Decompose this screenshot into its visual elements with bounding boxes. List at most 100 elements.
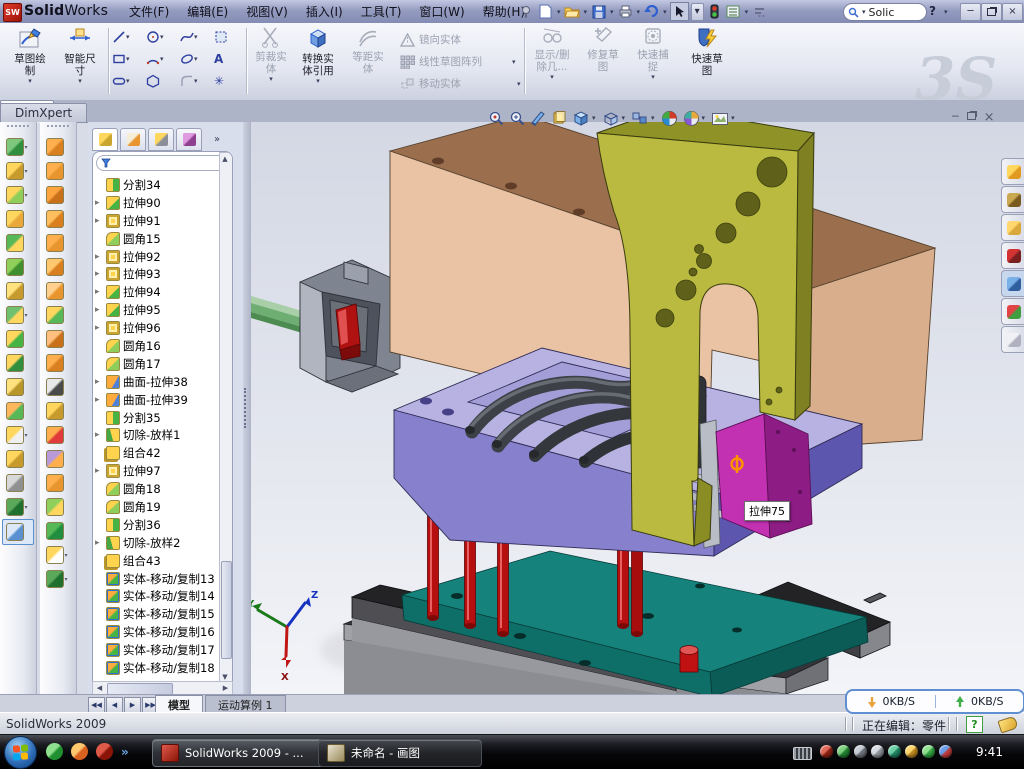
sync-status-icon[interactable] (888, 745, 901, 758)
dropdown-arrow-icon[interactable]: ▾ (65, 576, 71, 583)
polygon-icon[interactable] (146, 74, 160, 88)
part-clamp-insert[interactable] (300, 260, 400, 392)
section-view-icon[interactable] (530, 110, 546, 126)
tree-item[interactable]: ▸ 拉伸91 (95, 212, 219, 230)
model-tab[interactable]: 模型 (155, 695, 203, 713)
slot-icon[interactable]: ▾ (112, 74, 130, 88)
input-method-icon[interactable] (793, 747, 812, 763)
doc-close-button[interactable]: × (984, 110, 995, 125)
zoom-to-area-icon[interactable] (509, 110, 525, 126)
select-dropdown[interactable]: ▾ (691, 3, 704, 21)
model-tab[interactable]: 运动算例 1 (205, 695, 286, 713)
dropdown-arrow-icon[interactable]: ▾ (25, 504, 31, 511)
convert-entities-button[interactable]: 转换实 体引用 ▾ (294, 26, 342, 97)
tree-item[interactable]: ▸ 组合43 (95, 552, 219, 570)
display-delete-relations-button[interactable]: 显示/删 除几... ▾ (528, 26, 576, 97)
move-entities-button[interactable]: 移动实体 ▾ (400, 76, 521, 91)
scroll-thumb[interactable] (107, 683, 173, 695)
tree-item[interactable]: ▸ 圆角15 (95, 230, 219, 248)
quick-tips-button[interactable]: ? (966, 716, 983, 733)
dropdown-arrow-icon[interactable]: ▾ (25, 312, 31, 319)
graphics-viewport[interactable]: Y Z X (251, 122, 1024, 694)
expand-arrow-icon[interactable]: ▸ (95, 538, 103, 548)
expand-arrow-icon[interactable]: ▸ (95, 430, 103, 440)
dropdown-arrow-icon[interactable]: ▾ (25, 168, 31, 175)
taskbar-button-solidworks[interactable]: SolidWorks 2009 - ... (152, 739, 328, 767)
tree-item[interactable]: ▸ 拉伸96 (95, 319, 219, 337)
part-red-stop-pin[interactable] (680, 646, 698, 673)
expand-arrow-icon[interactable]: ▸ (95, 323, 103, 333)
update-service-icon[interactable] (854, 745, 867, 758)
sketch-fillet-icon[interactable]: ▾ (180, 74, 198, 88)
taskbar-button-paint[interactable]: 未命名 - 画图 (318, 739, 482, 767)
tree-item[interactable]: ▸ 切除-放样2 (95, 534, 219, 552)
scroll-right-arrow[interactable]: ▶ (220, 682, 231, 693)
tree-item[interactable]: ▸ 分割35 (95, 409, 219, 427)
select-arrow-icon[interactable] (670, 2, 689, 21)
tree-item[interactable]: ▸ 圆角16 (95, 337, 219, 355)
camera-view-icon[interactable]: ▾ (711, 111, 736, 126)
zoom-to-fit-icon[interactable] (488, 110, 504, 126)
expand-arrow-icon[interactable]: ▸ (95, 269, 103, 279)
tree-item[interactable]: ▸ 实体-移动/复制14 (95, 587, 219, 605)
scroll-thumb[interactable] (221, 561, 232, 659)
rapid-sketch-button[interactable]: 快速草 图 (682, 26, 732, 97)
tree-item[interactable]: ▸ 拉伸97 (95, 462, 219, 480)
dropdown-arrow-icon[interactable]: ▾ (65, 552, 71, 559)
dropdown-arrow-icon[interactable]: ▾ (25, 432, 31, 439)
help-button[interactable]: ? (929, 4, 936, 18)
toolbar-overflow-icon[interactable] (751, 3, 768, 20)
tree-item[interactable]: ▸ 拉伸95 (95, 301, 219, 319)
print-icon[interactable] (617, 3, 634, 20)
doc-minimize-button[interactable]: ─ (952, 110, 959, 125)
hide-show-items-icon[interactable]: ▾ (602, 110, 627, 126)
tree-item[interactable]: ▸ 拉伸94 (95, 283, 219, 301)
tree-item[interactable]: ▸ 切除-放样1 (95, 426, 219, 444)
tree-item[interactable]: ▸ 实体-移动/复制15 (95, 605, 219, 623)
expand-arrow-icon[interactable]: ▸ (95, 252, 103, 262)
expand-arrow-icon[interactable]: ▸ (95, 377, 103, 387)
tree-filter-box[interactable] (96, 155, 226, 171)
backup-agent-icon[interactable] (939, 745, 952, 758)
toolbar-grip[interactable] (7, 125, 29, 131)
dropdown-arrow-icon[interactable]: ▾ (25, 192, 31, 199)
health-monitor-icon[interactable] (922, 745, 935, 758)
view-settings-icon[interactable]: ▾ (631, 110, 656, 126)
tree-item[interactable]: ▸ 圆角19 (95, 498, 219, 516)
menu-item[interactable]: 工具(T) (352, 0, 411, 23)
options-list-icon[interactable] (725, 3, 742, 20)
tree-item[interactable]: ▸ 拉伸93 (95, 265, 219, 283)
menu-item[interactable]: 视图(V) (237, 0, 297, 23)
ribbon-tab[interactable]: DimXpert (0, 103, 87, 122)
volume-icon[interactable] (871, 745, 884, 758)
menu-item[interactable]: 插入(I) (297, 0, 352, 23)
messenger-quicklaunch-icon[interactable] (46, 743, 63, 760)
ellipse-icon[interactable]: ▾ (180, 52, 198, 66)
expand-arrow-icon[interactable]: ▸ (95, 466, 103, 476)
tree-item[interactable]: ▸ 实体-移动/复制13 (95, 570, 219, 588)
assembly-3d-view[interactable]: Y Z X (251, 122, 1024, 694)
smart-dimension-button[interactable]: 智能尺 寸 ▾ (56, 26, 104, 97)
view-orientation-icon[interactable] (551, 110, 567, 126)
security-shield-icon[interactable] (837, 745, 850, 758)
network-warning-icon[interactable] (905, 745, 918, 758)
smart-dimension-dropdown[interactable]: ▾ (56, 77, 104, 85)
new-file-icon[interactable] (537, 3, 554, 20)
undo-icon[interactable] (643, 3, 660, 20)
app-restore-button[interactable] (981, 3, 1002, 21)
tree-item[interactable]: ▸ 实体-移动/复制18 (95, 659, 219, 677)
tree-item[interactable]: ▸ 实体-移动/复制16 (95, 623, 219, 641)
expand-arrow-icon[interactable]: ▸ (95, 287, 103, 297)
tree-item[interactable]: ▸ 组合42 (95, 444, 219, 462)
apply-scene-icon[interactable]: ▾ (683, 110, 707, 127)
spline-icon[interactable]: ▾ (180, 30, 198, 44)
tree-item[interactable]: ▸ 圆角17 (95, 355, 219, 373)
sketch-button[interactable]: 草图绘 制 ▾ (6, 26, 54, 97)
toolbar-grip[interactable] (47, 125, 69, 131)
doc-restore-button[interactable] (967, 110, 976, 125)
mirror-entities-button[interactable]: 镜向实体 (400, 32, 461, 47)
pin-icon[interactable] (518, 3, 535, 20)
offset-entities-button[interactable]: 等距实 体 (346, 26, 390, 97)
panel-overflow-button[interactable]: » (214, 134, 220, 145)
first-tab-button[interactable]: ◀◀ (88, 697, 105, 713)
